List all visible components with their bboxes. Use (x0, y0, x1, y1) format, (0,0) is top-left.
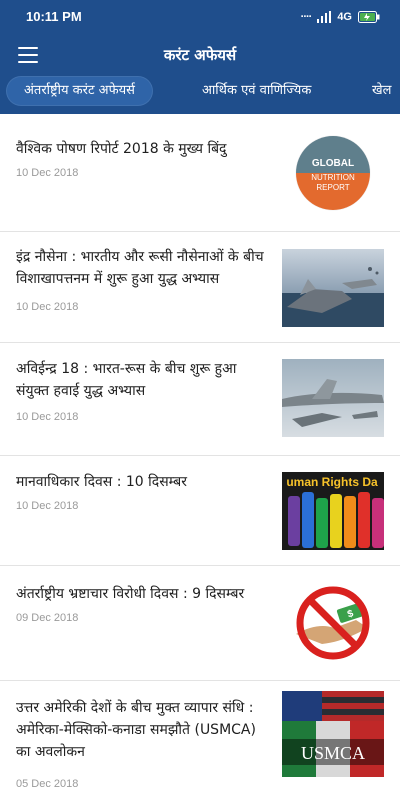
list-item[interactable]: उत्तर अमेरिकी देशों के बीच मुक्त व्यापार… (0, 681, 400, 800)
article-title: अविईन्द्र 18 : भारत-रूस के बीच शुरू हुआ … (16, 361, 237, 399)
article-date: 10 Dec 2018 (16, 500, 79, 512)
article-date: 09 Dec 2018 (16, 612, 79, 624)
article-thumbnail (282, 359, 384, 437)
svg-text:USMCA: USMCA (301, 743, 365, 763)
dots-icon: ···· (300, 11, 313, 23)
article-thumbnail: USMCA (282, 691, 384, 777)
status-bar: 10:11 PM ···· 4G (0, 0, 400, 34)
toolbar: करंट अफेयर्स (0, 34, 400, 76)
category-tabs: अंतर्राष्ट्रीय करंट अफेयर्स आर्थिक एवं व… (0, 76, 400, 110)
app-header: 10:11 PM ···· 4G करंट अफेयर्स अंतर्राष्ट… (0, 0, 400, 114)
article-date: 05 Dec 2018 (16, 778, 79, 790)
list-item[interactable]: मानवाधिकार दिवस : 10 दिसम्बर 10 Dec 2018… (0, 456, 400, 566)
page-title: करंट अफेयर्स (163, 46, 237, 64)
list-item[interactable]: इंद्र नौसेना : भारतीय और रूसी नौसेनाओं क… (0, 232, 400, 343)
list-item[interactable]: वैश्विक पोषण रिपोर्ट 2018 के मुख्य बिंदु… (0, 114, 400, 232)
tab-sports[interactable]: खेल (372, 76, 391, 106)
list-item[interactable]: अंतर्राष्ट्रीय भ्रष्टाचार विरोधी दिवस : … (0, 566, 400, 681)
article-title: इंद्र नौसेना : भारतीय और रूसी नौसेनाओं क… (16, 249, 264, 287)
battery-charging-icon (358, 11, 380, 23)
article-thumbnail: GLOBAL NUTRITION REPORT (282, 134, 384, 212)
tab-economic[interactable]: आर्थिक एवं वाणिज्यिक (202, 76, 311, 106)
list-item[interactable]: अविईन्द्र 18 : भारत-रूस के बीच शुरू हुआ … (0, 343, 400, 456)
signal-icon (317, 11, 332, 23)
article-title: वैश्विक पोषण रिपोर्ट 2018 के मुख्य बिंदु (16, 141, 227, 157)
status-icons: ···· 4G (301, 8, 380, 26)
svg-text:NUTRITION: NUTRITION (311, 173, 355, 182)
article-thumbnail: uman Rights Da (282, 472, 384, 550)
tab-international[interactable]: अंतर्राष्ट्रीय करंट अफेयर्स (6, 76, 153, 106)
article-date: 10 Dec 2018 (16, 167, 79, 179)
article-title: अंतर्राष्ट्रीय भ्रष्टाचार विरोधी दिवस : … (16, 586, 245, 602)
article-date: 10 Dec 2018 (16, 411, 79, 423)
status-time: 10:11 PM (26, 9, 82, 24)
article-title: उत्तर अमेरिकी देशों के बीच मुक्त व्यापार… (16, 700, 256, 760)
article-date: 10 Dec 2018 (16, 301, 79, 313)
article-thumbnail: $ (282, 584, 384, 662)
svg-text:uman Rights Da: uman Rights Da (286, 475, 378, 489)
article-list: वैश्विक पोषण रिपोर्ट 2018 के मुख्य बिंदु… (0, 114, 400, 800)
svg-text:GLOBAL: GLOBAL (312, 158, 354, 169)
svg-text:REPORT: REPORT (316, 183, 349, 192)
network-type: 4G (337, 11, 352, 23)
article-title: मानवाधिकार दिवस : 10 दिसम्बर (16, 474, 187, 490)
article-thumbnail (282, 249, 384, 327)
